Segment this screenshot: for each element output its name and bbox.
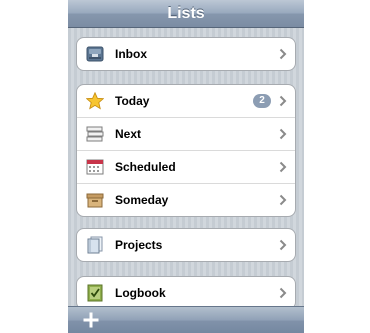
- chevron-right-icon: [279, 194, 287, 206]
- list-item-scheduled[interactable]: Scheduled: [77, 150, 295, 183]
- box-icon: [86, 193, 104, 208]
- phone-screen: Lists Inbox Today 2 Next Scheduled Somed…: [68, 0, 304, 333]
- chevron-right-icon: [279, 161, 287, 173]
- star-icon: [86, 92, 104, 110]
- logbook-check-icon: [87, 284, 103, 302]
- list-item-label: Logbook: [115, 286, 166, 300]
- list-item-today[interactable]: Today 2: [77, 85, 295, 117]
- inbox-tray-icon: [86, 46, 104, 62]
- navigation-bar: Lists: [68, 0, 304, 28]
- list-group-projects: Projects: [76, 228, 296, 262]
- list-item-projects[interactable]: Projects: [77, 229, 295, 261]
- list-group-focus: Today 2 Next Scheduled Someday: [76, 84, 296, 217]
- list-item-logbook[interactable]: Logbook: [77, 277, 295, 309]
- chevron-right-icon: [279, 95, 287, 107]
- chevron-right-icon: [279, 239, 287, 251]
- list-item-label: Scheduled: [115, 160, 176, 174]
- list-item-label: Next: [115, 127, 142, 141]
- chevron-right-icon: [279, 287, 287, 299]
- chevron-right-icon: [279, 128, 287, 140]
- bottom-toolbar: [68, 306, 304, 333]
- list-item-label: Projects: [115, 238, 163, 252]
- stacked-trays-icon: [86, 126, 104, 142]
- list-group-logbook: Logbook: [76, 276, 296, 310]
- list-item-label: Today: [115, 94, 150, 108]
- list-item-label: Inbox: [115, 47, 147, 61]
- list-item-label: Someday: [115, 193, 169, 207]
- plus-icon[interactable]: [82, 311, 100, 329]
- list-item-someday[interactable]: Someday: [77, 183, 295, 216]
- notebook-icon: [87, 236, 103, 254]
- page-title: Lists: [167, 5, 205, 22]
- list-group-inbox: Inbox: [76, 37, 296, 71]
- list-item-next[interactable]: Next: [77, 117, 295, 150]
- calendar-icon: [86, 159, 104, 175]
- count-badge: 2: [253, 94, 271, 108]
- list-item-inbox[interactable]: Inbox: [77, 38, 295, 70]
- chevron-right-icon: [279, 48, 287, 60]
